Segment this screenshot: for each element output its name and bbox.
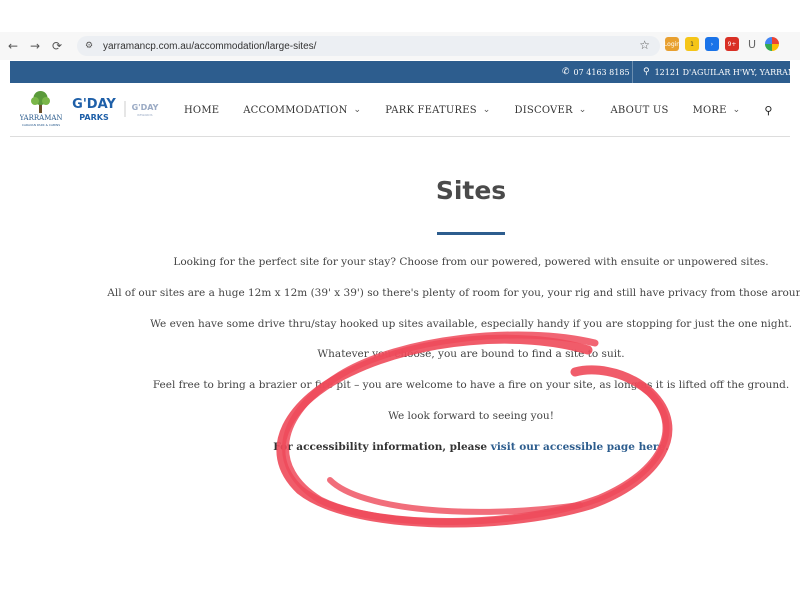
notes-extension-icon[interactable]: 1 — [685, 37, 699, 51]
accessibility-suffix: . — [665, 441, 669, 453]
nav-about-us[interactable]: ABOUT US — [610, 105, 668, 116]
accessible-page-link[interactable]: visit our accessible page here — [491, 441, 665, 453]
nav-label[interactable]: DISCOVER — [515, 105, 573, 116]
address-text[interactable]: 12121 D'AGUILAR H'WY, YARRAM — [655, 68, 790, 77]
blue-extension-icon[interactable]: › — [705, 37, 719, 51]
extensions-area: Login 1 › 9+ U — [664, 37, 779, 51]
drive-thru-paragraph: We even have some drive thru/stay hooked… — [150, 318, 792, 330]
site-info-icon[interactable]: ⚙ — [85, 41, 99, 51]
fire-paragraph: Feel free to bring a brazier or fire pit… — [152, 379, 790, 391]
url-text[interactable]: yarramancp.com.au/accommodation/large-si… — [103, 41, 316, 52]
gear-extension-icon[interactable]: 9+ — [725, 37, 739, 51]
site-size-paragraph: All of our sites are a huge 12m x 12m (3… — [107, 287, 800, 299]
nav-label[interactable]: ABOUT US — [610, 105, 668, 116]
nav-label[interactable]: HOME — [184, 105, 219, 116]
chevron-down-icon[interactable]: ⌄ — [733, 105, 741, 115]
nav-more[interactable]: MORE ⌄ — [693, 105, 741, 116]
nav-accommodation[interactable]: ACCOMMODATION ⌄ — [243, 105, 361, 116]
login-extension-icon[interactable]: Login — [664, 37, 680, 51]
rewards-logo-subtext: REWARDS — [137, 113, 152, 117]
parks-logo-text: PARKS — [79, 113, 109, 122]
page-title: Sites — [435, 176, 507, 205]
address-link[interactable]: ⚲ 12121 D'AGUILAR H'WY, YARRAM — [632, 61, 790, 83]
nav-label[interactable]: ACCOMMODATION — [243, 105, 347, 116]
reload-icon[interactable]: ⟳ — [48, 37, 66, 55]
phone-icon: ✆ — [562, 67, 570, 77]
nav-discover[interactable]: DISCOVER ⌄ — [515, 105, 587, 116]
phone-link[interactable]: ✆ 07 4163 8185 — [558, 61, 630, 83]
bookmark-star-icon[interactable]: ☆ — [639, 38, 650, 52]
choose-paragraph: Whatever you choose, you are bound to fi… — [317, 348, 625, 360]
search-icon[interactable]: ⚲ — [764, 104, 772, 117]
main-navigation: HOME ACCOMMODATION ⌄ PARK FEATURES ⌄ DISCO… — [184, 83, 773, 137]
yarraman-logo-subtext: CARAVAN PARK & CABINS — [22, 123, 60, 127]
yarraman-logo[interactable]: YARRAMAN CARAVAN PARK & CABINS — [20, 89, 62, 131]
browser-toolbar: ← → ⟳ ⚙ yarramancp.com.au/accommodation/… — [0, 32, 800, 60]
accessibility-prefix: For accessibility information, please — [273, 441, 491, 453]
nav-label[interactable]: PARK FEATURES — [385, 105, 477, 116]
color-extension-icon[interactable] — [765, 37, 779, 51]
map-pin-icon: ⚲ — [643, 67, 650, 77]
address-bar[interactable]: ⚙ yarramancp.com.au/accommodation/large-… — [77, 36, 660, 56]
nav-park-features[interactable]: PARK FEATURES ⌄ — [385, 105, 490, 116]
arrow-right-icon[interactable]: → — [26, 37, 44, 55]
closing-paragraph: We look forward to seeing you! — [388, 410, 554, 422]
nav-home[interactable]: HOME — [184, 105, 219, 116]
chevron-down-icon[interactable]: ⌄ — [483, 105, 491, 115]
nav-label[interactable]: MORE — [693, 105, 727, 116]
arrow-left-icon[interactable]: ← — [4, 37, 22, 55]
gday-logo-text: G'DAY — [72, 97, 116, 112]
phone-number[interactable]: 07 4163 8185 — [574, 68, 630, 77]
gday-parks-logo[interactable]: G'DAY PARKS — [68, 95, 120, 125]
chevron-down-icon[interactable]: ⌄ — [354, 105, 362, 115]
accessibility-paragraph: For accessibility information, please vi… — [0, 441, 800, 453]
title-underline — [437, 232, 505, 235]
intro-paragraph: Looking for the perfect site for your st… — [173, 256, 769, 268]
gday-rewards-logo[interactable]: G'DAY REWARDS — [124, 99, 164, 119]
yarraman-logo-text: YARRAMAN — [20, 114, 62, 122]
chevron-down-icon[interactable]: ⌄ — [579, 105, 587, 115]
top-info-bar: ✆ 07 4163 8185 ⚲ 12121 D'AGUILAR H'WY, Y… — [10, 61, 790, 83]
gday-rewards-logo-text: G'DAY — [132, 103, 159, 112]
site-header: YARRAMAN CARAVAN PARK & CABINS G'DAY PAR… — [10, 83, 790, 137]
u-extension-icon[interactable]: U — [745, 38, 759, 51]
